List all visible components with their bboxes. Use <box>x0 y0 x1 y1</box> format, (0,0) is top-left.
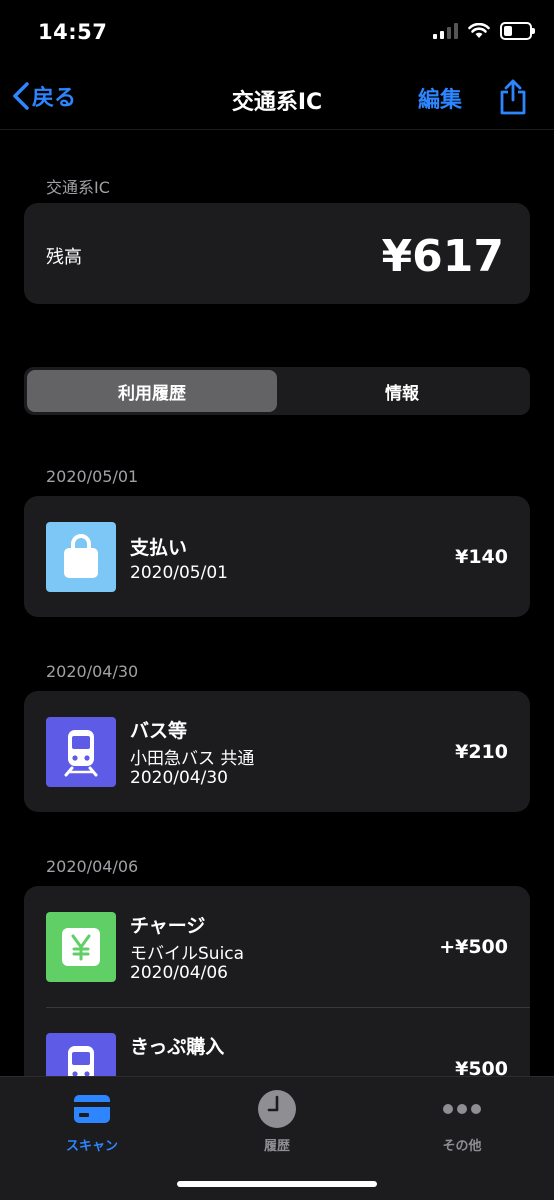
segmented-control: 利用履歴 情報 <box>24 367 530 415</box>
yen-icon <box>46 912 116 982</box>
status-time: 14:57 <box>38 20 108 44</box>
battery-icon <box>500 22 535 40</box>
transaction-title: バス等 <box>130 720 188 742</box>
edit-button[interactable]: 編集 <box>418 82 462 114</box>
card-section-title: 交通系IC <box>46 178 110 197</box>
share-icon <box>500 79 526 115</box>
date-header: 2020/04/06 <box>46 857 139 876</box>
tab-scan[interactable]: スキャン <box>22 1089 162 1154</box>
tab-more[interactable]: その他 <box>392 1089 532 1154</box>
balance-card: 残高 ¥617 <box>24 203 530 304</box>
shopping-bag-icon <box>46 522 116 592</box>
page-title: 交通系IC <box>231 90 323 115</box>
transaction-group: 支払い 2020/05/01 ¥140 <box>24 496 530 617</box>
date-header: 2020/05/01 <box>46 467 139 486</box>
date-header: 2020/04/30 <box>46 662 139 681</box>
transaction-title: 支払い <box>130 537 188 559</box>
wifi-icon <box>468 23 490 38</box>
transaction-date: 2020/04/30 <box>130 768 228 788</box>
segment-usage-history[interactable]: 利用履歴 <box>27 370 277 412</box>
status-icons <box>433 22 535 40</box>
transaction-row[interactable]: 支払い 2020/05/01 ¥140 <box>24 496 530 616</box>
tab-history[interactable]: 履歴 <box>207 1089 347 1154</box>
transaction-group: バス等 小田急バス 共通 2020/04/30 ¥210 <box>24 691 530 812</box>
clock-icon <box>258 1090 296 1128</box>
more-icon <box>443 1104 481 1114</box>
navigation-bar: 戻る 交通系IC 編集 <box>0 66 554 130</box>
transaction-detail: モバイルSuica <box>130 944 245 964</box>
train-icon <box>46 717 116 787</box>
transaction-group: チャージ モバイルSuica 2020/04/06 +¥500 きっぷ購入 ¥5… <box>24 886 530 1106</box>
status-bar: 14:57 <box>0 0 554 66</box>
transaction-row[interactable]: チャージ モバイルSuica 2020/04/06 +¥500 <box>24 886 530 1006</box>
transaction-title: きっぷ購入 <box>130 1036 225 1058</box>
balance-label: 残高 <box>46 247 82 268</box>
balance-value: ¥617 <box>381 231 504 282</box>
transaction-amount: +¥500 <box>439 936 508 958</box>
cellular-signal-icon <box>433 23 458 39</box>
transaction-amount: ¥210 <box>455 741 508 763</box>
segment-info[interactable]: 情報 <box>277 370 527 412</box>
transaction-title: チャージ <box>130 915 206 937</box>
transaction-row[interactable]: バス等 小田急バス 共通 2020/04/30 ¥210 <box>24 691 530 811</box>
tab-label: その他 <box>442 1139 482 1154</box>
tab-label: 履歴 <box>263 1139 290 1154</box>
card-icon <box>74 1095 110 1123</box>
transaction-amount: ¥140 <box>455 546 508 568</box>
transaction-date: 2020/04/06 <box>130 963 228 983</box>
transaction-date: 2020/05/01 <box>130 563 228 583</box>
tab-label: スキャン <box>65 1139 118 1154</box>
home-indicator <box>177 1181 377 1187</box>
share-button[interactable] <box>498 78 528 120</box>
transaction-detail: 小田急バス 共通 <box>130 749 255 769</box>
